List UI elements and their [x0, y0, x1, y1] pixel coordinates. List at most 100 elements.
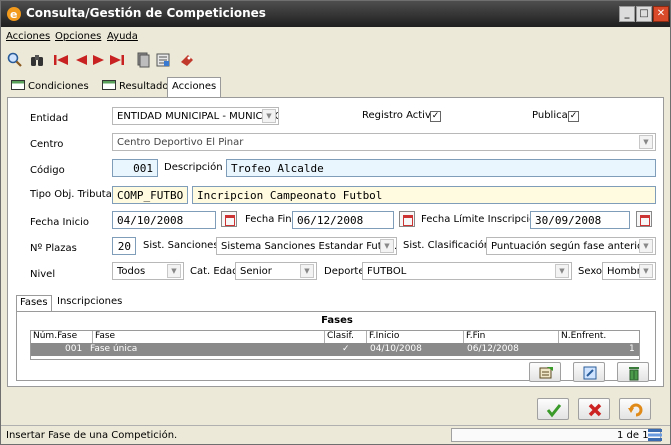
last-record-icon[interactable]	[109, 52, 125, 68]
fecha-inicio-label: Fecha Inicio	[30, 217, 89, 228]
tab-inscripciones[interactable]: Inscripciones	[54, 295, 125, 311]
sanciones-label: Sist. Sanciones	[143, 240, 219, 251]
tab-resultado[interactable]: Resultado	[98, 77, 173, 96]
tab-acciones[interactable]: Acciones	[167, 77, 222, 97]
tipo-obj-label: Tipo Obj. Tributario	[30, 189, 125, 200]
chevron-down-icon[interactable]: ▼	[380, 239, 394, 253]
list-icon	[11, 80, 25, 90]
column-header[interactable]: Núm.Fase	[31, 331, 93, 343]
chevron-down-icon[interactable]: ▼	[262, 109, 276, 123]
bookmark-icon[interactable]	[179, 52, 195, 68]
clasificacion-select[interactable]: Puntuación según fase anterior	[486, 237, 656, 255]
descripcion-label: Descripción	[164, 162, 223, 173]
descripcion-input[interactable]: Trofeo Alcalde	[226, 159, 656, 177]
application-window: e Consulta/Gestión de Competiciones _ □ …	[0, 0, 671, 445]
title-bar[interactable]: e Consulta/Gestión de Competiciones _ □ …	[1, 1, 670, 27]
edit-icon	[583, 366, 597, 380]
main-tabs: Condiciones Resultado Acciones	[1, 77, 670, 97]
codigo-label: Código	[30, 165, 65, 176]
fecha-fin-label: Fecha Fin	[245, 214, 292, 225]
deporte-select[interactable]: FUTBOL	[362, 262, 572, 280]
calendar-icon[interactable]	[399, 211, 415, 227]
acciones-panel: Entidad ENTIDAD MUNICIPAL - MUNICIPIO ▼ …	[7, 97, 664, 387]
column-header[interactable]: F.Fin	[464, 331, 559, 343]
chevron-down-icon[interactable]: ▼	[639, 239, 653, 253]
previous-record-icon[interactable]	[73, 52, 89, 68]
undo-icon	[628, 403, 643, 417]
app-logo-icon: e	[7, 7, 21, 21]
fases-grid: Núm.Fase Fase Clasif. F.Inicio F.Fin N.E…	[30, 330, 640, 360]
maximize-button[interactable]: □	[636, 6, 652, 22]
fecha-fin-input[interactable]: 06/12/2008	[292, 211, 394, 229]
report-icon[interactable]	[155, 52, 171, 68]
table-row[interactable]: 001 Fase única ✓ 04/10/2008 06/12/2008 1	[31, 343, 639, 356]
column-header[interactable]: Fase	[93, 331, 325, 343]
status-message: Insertar Fase de una Competición.	[6, 430, 178, 441]
registro-activo-checkbox[interactable]: ✓	[430, 111, 441, 122]
column-header[interactable]: N.Enfrent.	[559, 331, 639, 343]
status-bar: Insertar Fase de una Competición. 1 de 1	[1, 425, 670, 444]
menu-opciones[interactable]: Opciones	[55, 31, 101, 42]
close-button[interactable]: ✕	[653, 6, 669, 22]
copy-icon[interactable]	[135, 52, 151, 68]
menu-acciones[interactable]: Acciones	[6, 31, 50, 42]
cancel-button[interactable]	[578, 398, 610, 420]
fecha-limite-input[interactable]: 30/09/2008	[530, 211, 630, 229]
trash-icon	[629, 367, 639, 381]
toolbar	[1, 48, 670, 72]
tab-fases[interactable]: Fases	[16, 295, 52, 311]
fecha-limite-label: Fecha Límite Inscripción	[421, 214, 542, 225]
svg-text:e: e	[10, 8, 17, 21]
column-header[interactable]: F.Inicio	[367, 331, 464, 343]
window-title: Consulta/Gestión de Competiciones	[26, 6, 266, 20]
add-row-icon	[539, 367, 553, 379]
tab-condiciones[interactable]: Condiciones	[7, 77, 93, 96]
fases-grid-title: Fases	[321, 315, 353, 326]
cell-fecha-fin: 06/12/2008	[467, 344, 519, 354]
grid-icon	[102, 80, 116, 90]
chevron-down-icon[interactable]: ▼	[300, 264, 314, 278]
checkmark-icon	[546, 404, 562, 418]
list-icon[interactable]	[648, 429, 662, 441]
deporte-label: Deporte	[324, 266, 365, 277]
entidad-label: Entidad	[30, 113, 69, 124]
binoculars-icon[interactable]	[29, 52, 45, 68]
chevron-down-icon[interactable]: ▼	[639, 264, 653, 278]
chevron-down-icon[interactable]: ▼	[555, 264, 569, 278]
fecha-inicio-input[interactable]: 04/10/2008	[112, 211, 216, 229]
publicar-label: Publicar	[532, 110, 572, 121]
accept-button[interactable]	[537, 398, 569, 420]
search-icon[interactable]	[7, 52, 23, 68]
cell-fecha-inicio: 04/10/2008	[370, 344, 422, 354]
registro-activo-label: Registro Activo	[362, 110, 437, 121]
clasificacion-label: Sist. Clasificación	[403, 240, 491, 251]
menu-bar: Acciones Opciones Ayuda	[1, 28, 670, 46]
centro-select[interactable]: Centro Deportivo El Pinar	[112, 133, 656, 151]
calendar-icon[interactable]	[636, 211, 652, 227]
delete-fase-button[interactable]	[617, 362, 649, 382]
tipo-obj-desc-input[interactable]: Incripcion Campeonato Futbol	[192, 186, 656, 204]
calendar-icon[interactable]	[221, 211, 237, 227]
edit-fase-button[interactable]	[573, 362, 605, 382]
cell-num-fase: 001	[65, 344, 83, 354]
plazas-input[interactable]: 20	[112, 237, 136, 255]
publicar-checkbox[interactable]: ✓	[568, 111, 579, 122]
cat-edad-label: Cat. Edad	[190, 266, 239, 277]
undo-button[interactable]	[619, 398, 651, 420]
chevron-down-icon[interactable]: ▼	[639, 135, 653, 149]
tipo-obj-code-input[interactable]: COMP_FUTBO	[112, 186, 188, 204]
chevron-down-icon[interactable]: ▼	[167, 264, 181, 278]
column-header[interactable]: Clasif.	[325, 331, 367, 343]
record-pager: 1 de 1	[617, 430, 649, 441]
minimize-button[interactable]: _	[619, 6, 635, 22]
centro-label: Centro	[30, 139, 64, 150]
next-record-icon[interactable]	[91, 52, 107, 68]
entidad-select[interactable]: ENTIDAD MUNICIPAL - MUNICIPIO	[112, 107, 279, 125]
codigo-input[interactable]: 001	[112, 159, 158, 177]
plazas-label: Nº Plazas	[30, 243, 77, 254]
add-fase-button[interactable]	[529, 362, 561, 382]
first-record-icon[interactable]	[53, 52, 69, 68]
sanciones-select[interactable]: Sistema Sanciones Estandar Futbo...	[216, 237, 397, 255]
menu-ayuda[interactable]: Ayuda	[107, 31, 138, 42]
cell-fase: Fase única	[90, 344, 138, 354]
